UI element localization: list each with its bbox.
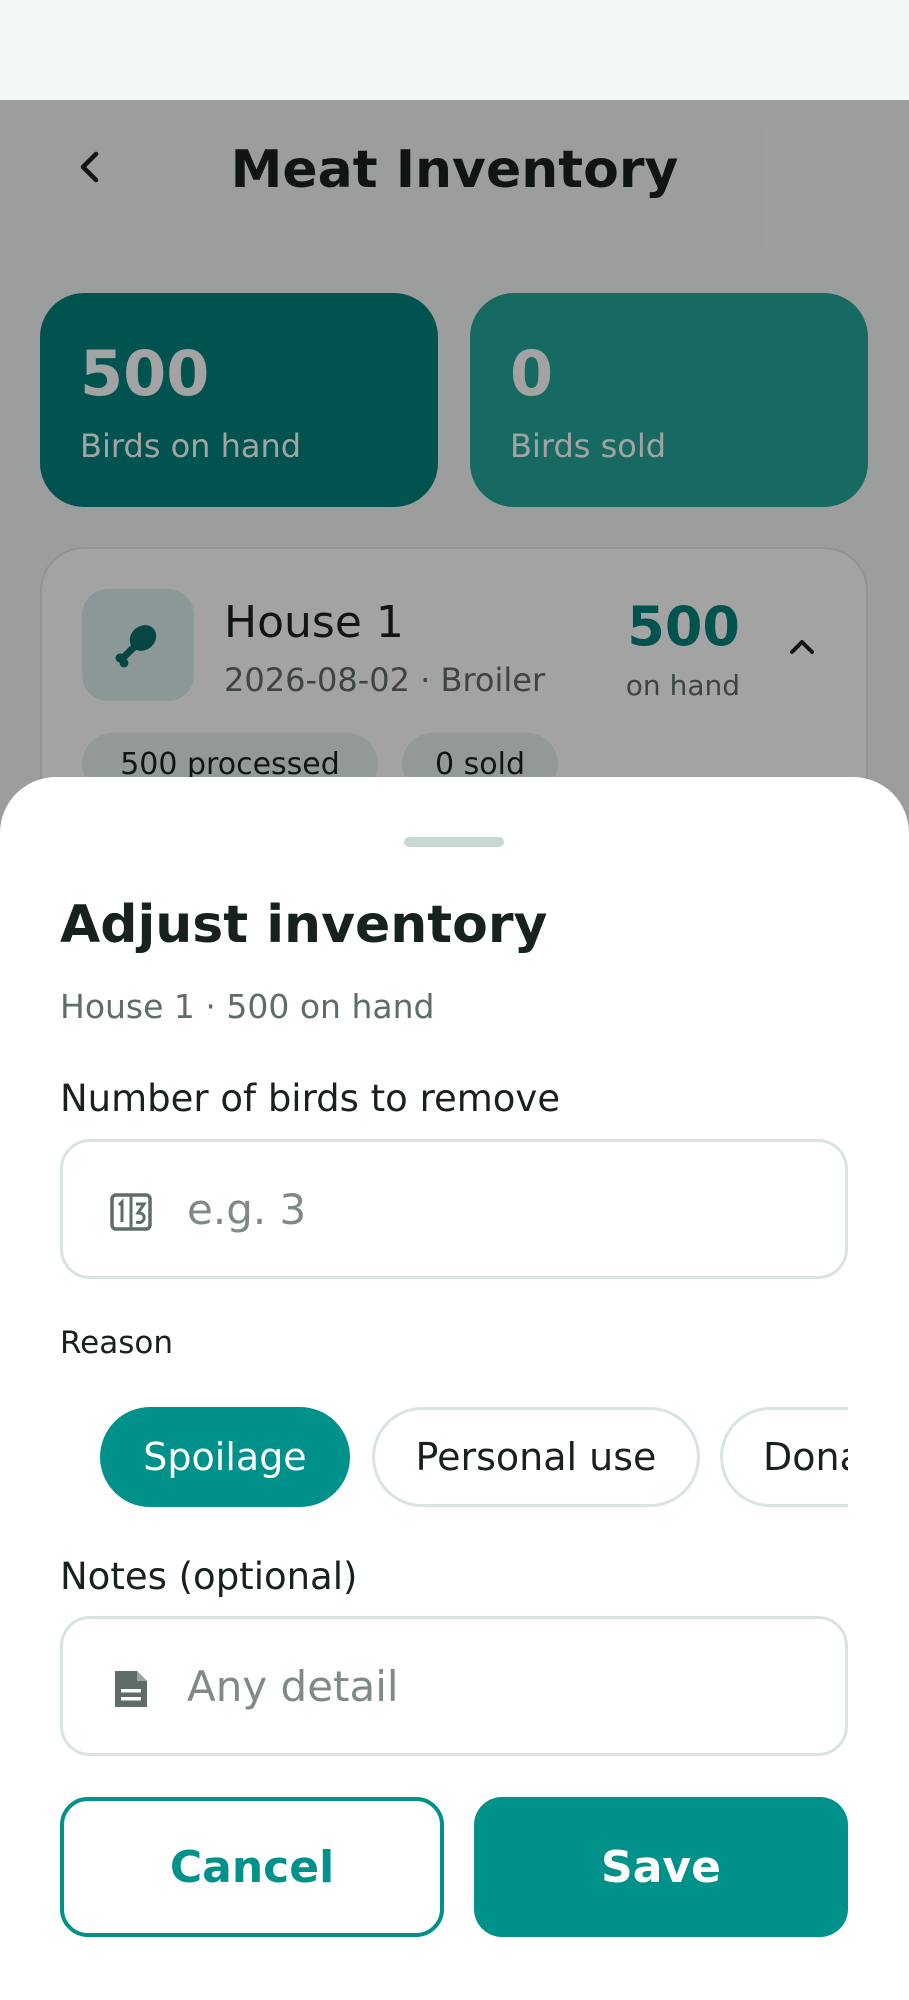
reason-chip-donation[interactable]: Dona <box>720 1407 848 1507</box>
reason-chip-personal-use[interactable]: Personal use <box>372 1407 700 1507</box>
birds-to-remove-field[interactable] <box>60 1139 848 1279</box>
birds-to-remove-input[interactable] <box>187 1142 807 1276</box>
drag-handle[interactable] <box>404 837 504 847</box>
notes-label: Notes (optional) <box>60 1555 358 1598</box>
birds-to-remove-label: Number of birds to remove <box>60 1077 561 1120</box>
numbers-icon <box>110 1193 152 1231</box>
reason-label: Reason <box>60 1325 173 1361</box>
adjust-inventory-sheet: Adjust inventory House 1 · 500 on hand N… <box>0 777 909 2000</box>
sheet-title: Adjust inventory <box>60 895 548 955</box>
notes-input[interactable] <box>187 1619 807 1753</box>
reason-chip-spoilage[interactable]: Spoilage <box>100 1407 350 1507</box>
sheet-subtitle: House 1 · 500 on hand <box>60 987 435 1026</box>
cancel-button[interactable]: Cancel <box>60 1797 444 1937</box>
reason-chips: Spoilage Personal use Dona <box>60 1407 848 1511</box>
notes-field[interactable] <box>60 1616 848 1756</box>
notes-icon <box>115 1671 147 1707</box>
save-button[interactable]: Save <box>474 1797 848 1937</box>
status-bar <box>0 0 909 100</box>
